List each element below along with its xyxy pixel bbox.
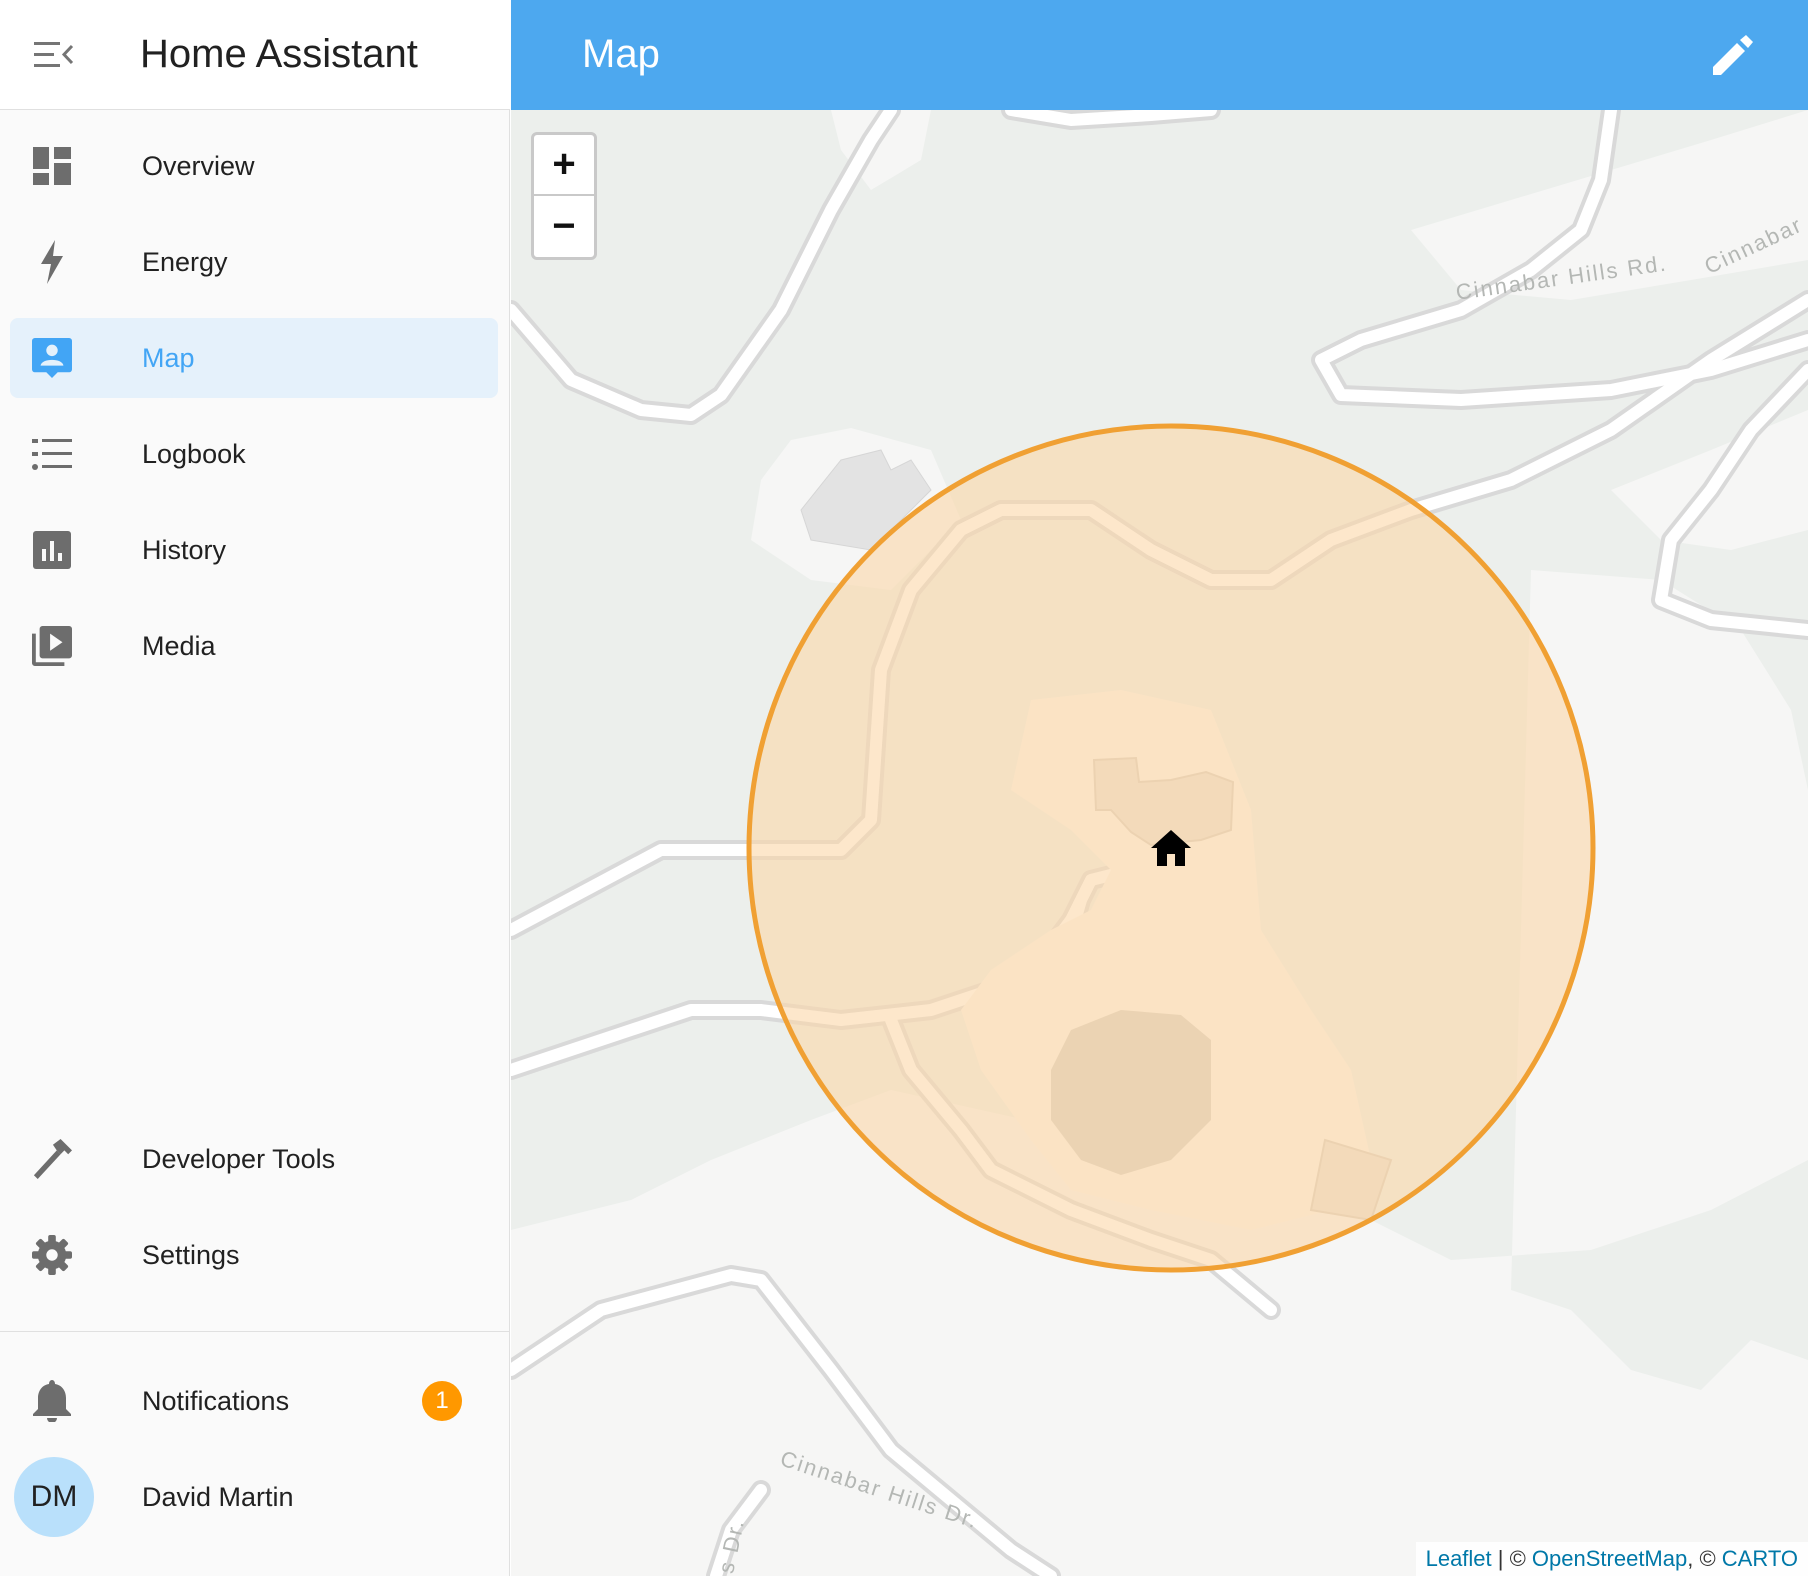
- sidebar-item-history[interactable]: History: [10, 510, 498, 590]
- home-icon[interactable]: [1151, 830, 1191, 866]
- sidebar-item-profile[interactable]: DM David Martin: [10, 1457, 498, 1537]
- menu-open-icon: [34, 42, 74, 67]
- dashboard-icon: [32, 146, 72, 186]
- sidebar-item-logbook[interactable]: Logbook: [10, 414, 498, 494]
- sidebar-item-energy[interactable]: Energy: [10, 222, 498, 302]
- sidebar-item-label: Energy: [142, 247, 228, 277]
- leaflet-link[interactable]: Leaflet: [1426, 1546, 1492, 1571]
- sidebar-item-label: Settings: [142, 1240, 240, 1270]
- sidebar-item-settings[interactable]: Settings: [10, 1215, 498, 1295]
- sidebar-item-label: Overview: [142, 151, 255, 181]
- map-account-icon: [32, 338, 72, 378]
- carto-link[interactable]: CARTO: [1722, 1546, 1798, 1571]
- sidebar-divider: [0, 1331, 510, 1332]
- zoom-out-button[interactable]: −: [534, 196, 594, 257]
- sidebar-item-label: History: [142, 535, 227, 565]
- hammer-icon: [32, 1139, 72, 1179]
- attribution-separator: | ©: [1491, 1546, 1532, 1571]
- sidebar-item-overview[interactable]: Overview: [10, 126, 498, 206]
- sidebar-item-notifications[interactable]: Notifications 1: [10, 1361, 498, 1441]
- list-icon: [32, 434, 72, 474]
- sidebar-header: Home Assistant: [0, 0, 510, 110]
- sidebar-item-label: Developer Tools: [142, 1144, 336, 1174]
- sidebar-item-media[interactable]: Media: [10, 606, 498, 686]
- attribution-separator: , ©: [1687, 1546, 1722, 1571]
- zoom-in-button[interactable]: +: [534, 135, 594, 196]
- zoom-control: + −: [531, 132, 597, 260]
- user-name: David Martin: [142, 1482, 294, 1512]
- bell-icon: [32, 1380, 72, 1422]
- sidebar-item-label: Notifications: [142, 1386, 290, 1416]
- notification-count-badge: 1: [422, 1381, 462, 1421]
- top-app-bar: Map: [511, 0, 1808, 110]
- openstreetmap-link[interactable]: OpenStreetMap: [1532, 1546, 1687, 1571]
- menu-collapse-button[interactable]: [20, 28, 88, 82]
- lightning-icon: [32, 240, 72, 284]
- sidebar-item-developer-tools[interactable]: Developer Tools: [10, 1119, 498, 1199]
- app-title: Home Assistant: [140, 32, 418, 76]
- pencil-icon: [1713, 35, 1753, 75]
- map-view[interactable]: Cinnabar Hills Rd. Cinnabar Cinnabar Hil…: [511, 110, 1808, 1576]
- map-attribution: Leaflet | © OpenStreetMap, © CARTO: [1415, 1542, 1808, 1576]
- sidebar-item-label: Map: [142, 343, 195, 373]
- chart-bar-icon: [32, 530, 72, 570]
- edit-dashboard-button[interactable]: [1708, 30, 1758, 80]
- avatar: DM: [14, 1457, 94, 1537]
- sidebar: Home Assistant Overview Energy Map Logbo…: [0, 0, 510, 1576]
- page-title: Map: [582, 32, 660, 76]
- sidebar-item-label: Logbook: [142, 439, 246, 469]
- sidebar-item-label: Media: [142, 631, 216, 661]
- gear-icon: [32, 1235, 72, 1275]
- play-box-multiple-icon: [32, 626, 72, 666]
- sidebar-item-map[interactable]: Map: [10, 318, 498, 398]
